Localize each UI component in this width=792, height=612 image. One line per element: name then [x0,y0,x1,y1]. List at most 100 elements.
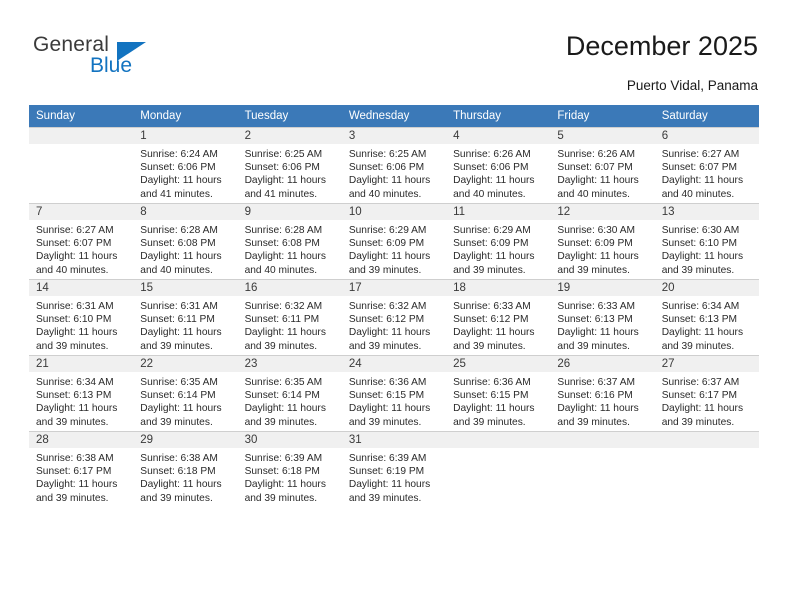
daylight-text-line2: and 39 minutes. [244,340,318,352]
calendar-day-cell[interactable]: 8 Sunrise: 6:28 AM Sunset: 6:08 PM Daylight… [133,203,238,280]
sunset-text: Sunset: 6:18 PM [244,466,320,478]
calendar-day-cell[interactable]: 11 Sunrise: 6:29 AM Sunset: 6:09 PM Dayligh… [446,203,551,280]
sunset-text: Sunset: 6:17 PM [36,466,112,478]
calendar-day-cell[interactable]: 23 Sunrise: 6:35 AM Sunset: 6:14 PM Dayligh… [237,355,342,432]
sunrise-text: Sunrise: 6:36 AM [453,377,531,388]
day-details: Sunrise: 6:29 AM Sunset: 6:09 PM Daylight:… [342,220,446,277]
sunset-text: Sunset: 6:19 PM [348,466,425,478]
calendar-day-cell[interactable]: 18 Sunrise: 6:33 AM Sunset: 6:12 PM Dayligh… [446,279,551,356]
calendar-day-cell-empty [654,431,759,507]
calendar-day-cell[interactable]: 19 Sunrise: 6:33 AM Sunset: 6:13 PM Dayligh… [550,279,655,356]
calendar-day-cell[interactable]: 13 Sunrise: 6:30 AM Sunset: 6:10 PM Dayligh… [654,203,759,280]
sunset-text: Sunset: 6:10 PM [661,238,738,250]
daylight-text-line1: Daylight: 11 hours [348,479,431,491]
daylight-text-line2: and 40 minutes. [244,264,318,276]
calendar-day-cell[interactable]: 1 Sunrise: 6:24 AM Sunset: 6:06 PM Daylight… [133,127,238,204]
daylight-text-line2: and 39 minutes. [557,416,630,428]
calendar-day-cell[interactable]: 5 Sunrise: 6:26 AM Sunset: 6:07 PM Daylight… [550,127,655,204]
sunset-text: Sunset: 6:14 PM [140,390,216,402]
calendar-day-cell[interactable]: 28 Sunrise: 6:38 AM Sunset: 6:17 PM Dayligh… [29,431,134,507]
day-details: Sunrise: 6:39 AM Sunset: 6:19 PM Daylight:… [342,448,446,505]
calendar-page: General Blue December 2025 Puerto Vidal,… [0,0,792,612]
day-number: 9 [237,204,342,220]
page-location-subtitle: Puerto Vidal, Panama [626,78,758,93]
day-number: 21 [29,356,134,372]
daylight-text-line1: Daylight: 11 hours [140,403,222,415]
daylight-text-line1: Daylight: 11 hours [244,327,326,339]
calendar-day-cell[interactable]: 31 Sunrise: 6:39 AM Sunset: 6:19 PM Dayligh… [341,431,447,507]
day-details: Sunrise: 6:38 AM Sunset: 6:18 PM Daylight:… [133,448,237,505]
daylight-text-line1: Daylight: 11 hours [244,175,326,187]
daylight-text-line2: and 39 minutes. [557,264,630,276]
sunset-text: Sunset: 6:12 PM [453,314,529,326]
daylight-text-line1: Daylight: 11 hours [36,479,118,491]
calendar-week-row: 7 Sunrise: 6:27 AM Sunset: 6:07 PM Daylight… [29,203,759,280]
sunrise-text: Sunrise: 6:33 AM [557,301,635,312]
day-details: Sunrise: 6:26 AM Sunset: 6:06 PM Daylight:… [446,144,550,201]
day-details: Sunrise: 6:24 AM Sunset: 6:06 PM Daylight:… [133,144,237,201]
daylight-text-line2: and 40 minutes. [453,188,526,200]
daylight-text-line1: Daylight: 11 hours [140,479,222,491]
day-details: Sunrise: 6:27 AM Sunset: 6:07 PM Daylight:… [655,144,759,201]
calendar-day-cell-empty [29,127,134,204]
day-number: 27 [654,356,759,372]
calendar-day-cell[interactable]: 20 Sunrise: 6:34 AM Sunset: 6:13 PM Dayligh… [654,279,759,356]
calendar-day-cell[interactable]: 21 Sunrise: 6:34 AM Sunset: 6:13 PM Dayligh… [29,355,134,432]
weekday-header-saturday: Saturday [654,105,759,128]
calendar-day-cell[interactable]: 7 Sunrise: 6:27 AM Sunset: 6:07 PM Daylight… [29,203,134,280]
calendar-day-cell[interactable]: 6 Sunrise: 6:27 AM Sunset: 6:07 PM Daylight… [654,127,759,204]
calendar-day-cell[interactable]: 25 Sunrise: 6:36 AM Sunset: 6:15 PM Dayligh… [446,355,551,432]
daylight-text-line1: Daylight: 11 hours [348,251,431,263]
calendar-week-row: 28 Sunrise: 6:38 AM Sunset: 6:17 PM Dayligh… [29,431,759,507]
calendar-day-cell[interactable]: 2 Sunrise: 6:25 AM Sunset: 6:06 PM Daylight… [237,127,342,204]
generalblue-logo[interactable]: General Blue [33,33,173,83]
day-number [550,432,655,448]
calendar-day-cell[interactable]: 9 Sunrise: 6:28 AM Sunset: 6:08 PM Daylight… [237,203,342,280]
daylight-text-line2: and 39 minutes. [244,492,318,504]
calendar-day-cell[interactable]: 17 Sunrise: 6:32 AM Sunset: 6:12 PM Dayligh… [341,279,447,356]
calendar-day-cell[interactable]: 30 Sunrise: 6:39 AM Sunset: 6:18 PM Dayligh… [237,431,342,507]
daylight-text-line2: and 40 minutes. [36,264,109,276]
day-number: 8 [133,204,238,220]
daylight-text-line1: Daylight: 11 hours [36,403,118,415]
sunrise-text: Sunrise: 6:34 AM [661,301,740,312]
daylight-text-line2: and 39 minutes. [348,340,422,352]
calendar-day-cell[interactable]: 3 Sunrise: 6:25 AM Sunset: 6:06 PM Daylight… [341,127,447,204]
daylight-text-line2: and 39 minutes. [140,340,213,352]
calendar-day-cell[interactable]: 26 Sunrise: 6:37 AM Sunset: 6:16 PM Dayligh… [550,355,655,432]
calendar-day-cell[interactable]: 16 Sunrise: 6:32 AM Sunset: 6:11 PM Dayligh… [237,279,342,356]
calendar-day-cell[interactable]: 10 Sunrise: 6:29 AM Sunset: 6:09 PM Dayligh… [341,203,447,280]
calendar-week-row: 1 Sunrise: 6:24 AM Sunset: 6:06 PM Daylight… [29,127,759,204]
sunrise-text: Sunrise: 6:39 AM [244,453,323,464]
daylight-text-line2: and 39 minutes. [36,416,109,428]
calendar-day-cell[interactable]: 29 Sunrise: 6:38 AM Sunset: 6:18 PM Dayligh… [133,431,238,507]
day-number: 14 [29,280,134,296]
sunrise-text: Sunrise: 6:25 AM [348,149,427,160]
daylight-text-line2: and 39 minutes. [36,492,109,504]
calendar-day-cell[interactable]: 27 Sunrise: 6:37 AM Sunset: 6:17 PM Dayligh… [654,355,759,432]
sunrise-text: Sunrise: 6:37 AM [661,377,740,388]
daylight-text-line2: and 39 minutes. [140,492,213,504]
day-details: Sunrise: 6:36 AM Sunset: 6:15 PM Daylight:… [342,372,446,429]
daylight-text-line1: Daylight: 11 hours [557,327,639,339]
sunset-text: Sunset: 6:11 PM [140,314,215,326]
day-details: Sunrise: 6:29 AM Sunset: 6:09 PM Daylight:… [446,220,550,277]
sunrise-text: Sunrise: 6:25 AM [244,149,323,160]
calendar-day-cell[interactable]: 14 Sunrise: 6:31 AM Sunset: 6:10 PM Dayligh… [29,279,134,356]
daylight-text-line2: and 39 minutes. [661,416,735,428]
calendar-day-cell[interactable]: 4 Sunrise: 6:26 AM Sunset: 6:06 PM Daylight… [446,127,551,204]
day-number: 11 [446,204,551,220]
sunset-text: Sunset: 6:07 PM [557,162,633,174]
sunrise-text: Sunrise: 6:38 AM [36,453,114,464]
page-header: General Blue December 2025 Puerto Vidal,… [0,0,792,100]
day-number: 12 [550,204,655,220]
sunset-text: Sunset: 6:08 PM [244,238,320,250]
calendar-day-cell[interactable]: 15 Sunrise: 6:31 AM Sunset: 6:11 PM Dayligh… [133,279,238,356]
calendar-day-cell[interactable]: 12 Sunrise: 6:30 AM Sunset: 6:09 PM Dayligh… [550,203,655,280]
calendar-day-cell[interactable]: 22 Sunrise: 6:35 AM Sunset: 6:14 PM Dayligh… [133,355,238,432]
day-details: Sunrise: 6:34 AM Sunset: 6:13 PM Daylight:… [655,296,759,353]
calendar-day-cell[interactable]: 24 Sunrise: 6:36 AM Sunset: 6:15 PM Dayligh… [341,355,447,432]
calendar-day-cell-empty [446,431,551,507]
daylight-text-line2: and 39 minutes. [36,340,109,352]
daylight-text-line1: Daylight: 11 hours [140,327,222,339]
